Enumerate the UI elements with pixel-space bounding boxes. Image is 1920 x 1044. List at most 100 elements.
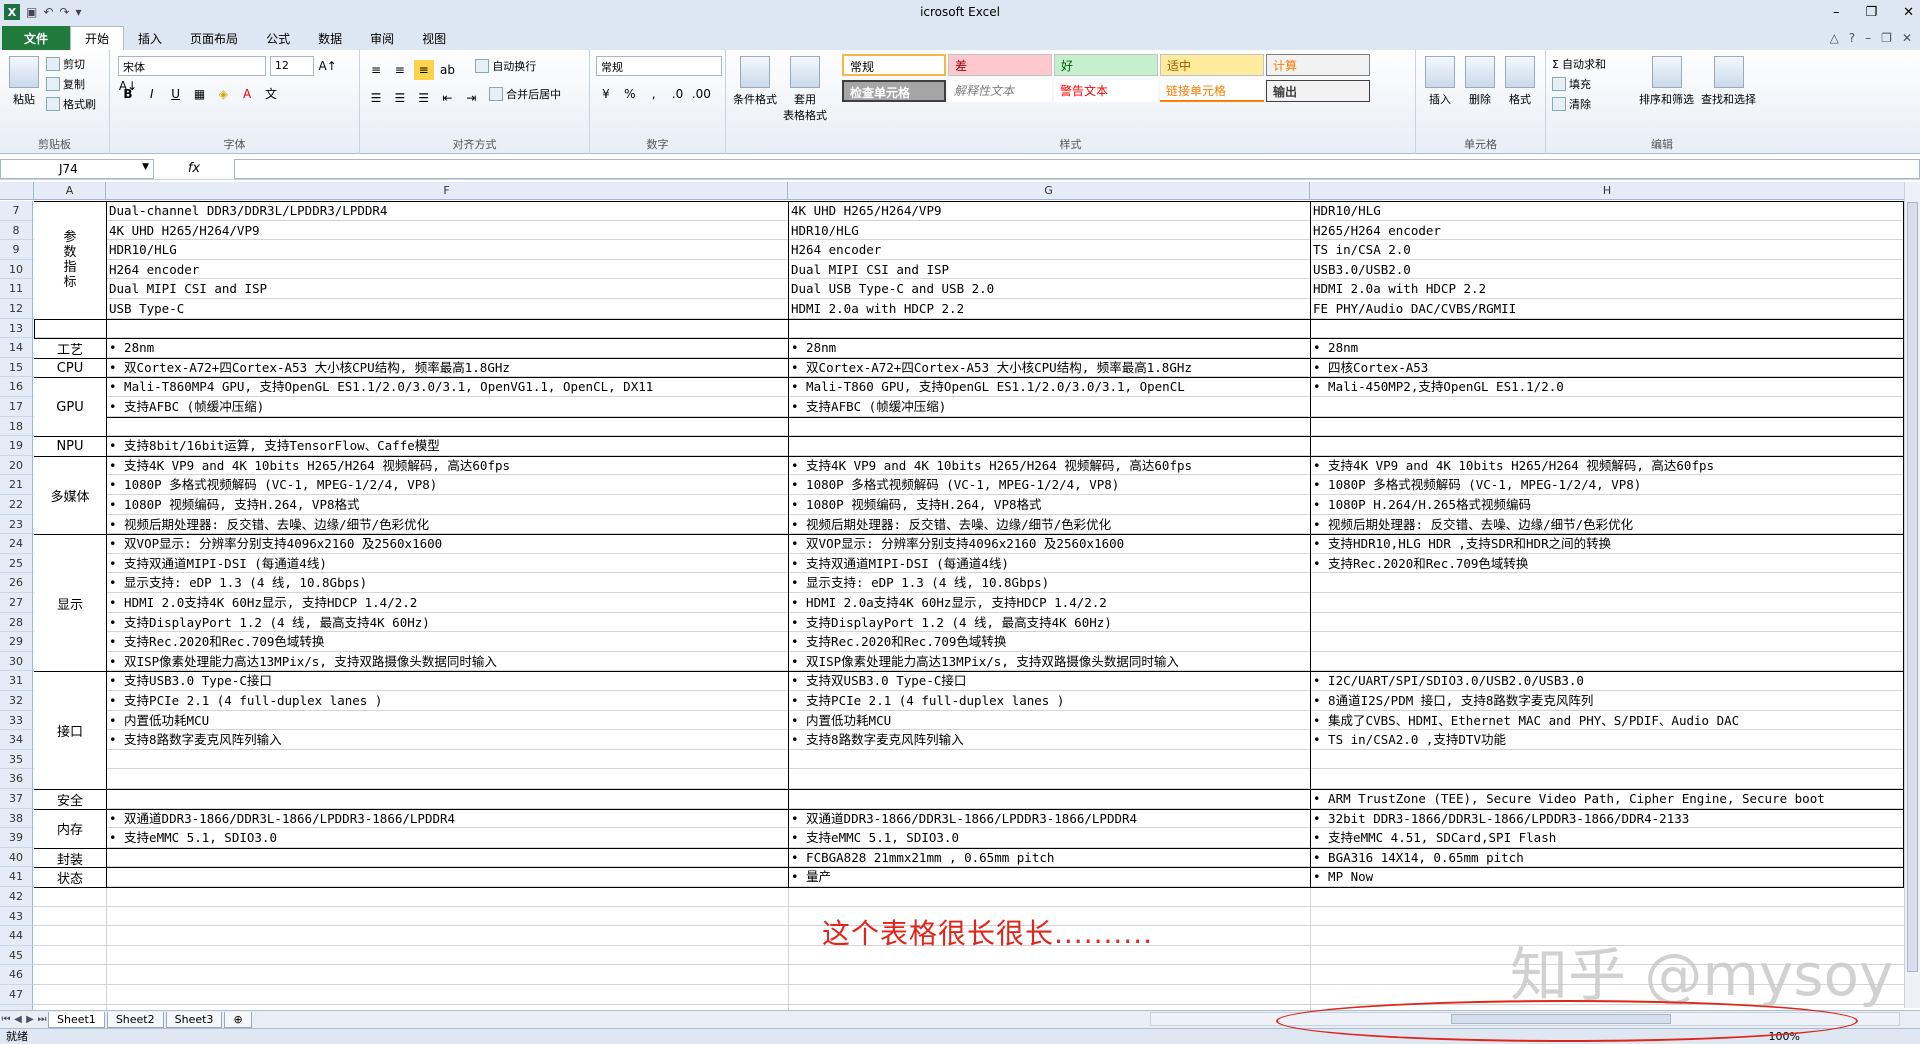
last-sheet-icon[interactable]: ⏭ <box>36 1014 48 1025</box>
table-cell[interactable] <box>106 867 788 887</box>
table-cell[interactable]: Dual MIPI CSI and ISP <box>788 260 1310 280</box>
table-cell[interactable] <box>1310 397 1904 417</box>
tab-home[interactable]: 开始 <box>70 26 125 50</box>
sheet-tab-3[interactable]: Sheet3 <box>165 1011 223 1028</box>
table-cell[interactable]: • 视频后期处理器: 反交错、去噪、边缘/细节/色彩优化 <box>106 515 788 535</box>
table-cell[interactable]: • 支持PCIe 2.1 (4 full-duplex lanes ) <box>788 691 1310 711</box>
bold-button[interactable]: B <box>118 84 138 104</box>
insert-function-icon[interactable]: fx <box>154 161 234 176</box>
table-cell[interactable]: • 支持AFBC (帧缓冲压缩) <box>788 397 1310 417</box>
table-cell[interactable] <box>788 789 1310 809</box>
category-cell[interactable]: CPU <box>34 358 106 378</box>
category-cell[interactable]: 工艺 <box>34 339 106 358</box>
table-cell[interactable] <box>788 417 1310 437</box>
category-cell[interactable]: 安全 <box>34 790 106 809</box>
table-cell[interactable]: • Mali-450MP2,支持OpenGL ES1.1/2.0 <box>1310 377 1904 397</box>
row-header[interactable]: 34 <box>0 730 33 750</box>
row-header[interactable]: 30 <box>0 651 33 672</box>
style-bad[interactable]: 差 <box>948 54 1052 76</box>
table-cell[interactable]: • 支持Rec.2020和Rec.709色域转换 <box>106 632 788 652</box>
table-cell[interactable]: • 支持USB3.0 Type-C接口 <box>106 671 788 691</box>
table-cell[interactable] <box>788 436 1310 456</box>
table-cell[interactable]: HDR10/HLG <box>106 240 788 260</box>
table-cell[interactable]: • 支持eMMC 5.1, SDIO3.0 <box>788 828 1310 848</box>
autosum-button[interactable]: Σ 自动求和 <box>1552 54 1606 74</box>
row-header[interactable]: 36 <box>0 769 33 789</box>
tab-formulas[interactable]: 公式 <box>252 26 304 50</box>
table-cell[interactable] <box>1310 750 1904 770</box>
style-normal[interactable]: 常规 <box>842 54 946 76</box>
table-cell[interactable]: • 支持DisplayPort 1.2 (4 线, 最高支持4K 60Hz) <box>106 613 788 633</box>
increase-indent-icon[interactable]: ⇥ <box>461 88 481 108</box>
row-header[interactable]: 11 <box>0 279 33 299</box>
table-cell[interactable]: • 支持4K VP9 and 4K 10bits H265/H264 视频解码,… <box>1310 456 1904 476</box>
row-header[interactable]: 23 <box>0 514 33 535</box>
format-painter-button[interactable]: 格式刷 <box>46 94 96 114</box>
table-cell[interactable]: • MP Now <box>1310 867 1904 887</box>
formula-input[interactable] <box>234 158 1920 179</box>
underline-button[interactable]: U <box>166 84 186 104</box>
table-cell[interactable] <box>106 769 788 789</box>
style-linked-cell[interactable]: 链接单元格 <box>1160 80 1264 102</box>
row-header[interactable]: 12 <box>0 299 33 319</box>
table-cell[interactable]: • 双Cortex-A72+四Cortex-A53 大小核CPU结构, 频率最高… <box>106 358 788 378</box>
prev-sheet-icon[interactable]: ◀ <box>12 1014 24 1025</box>
table-cell[interactable] <box>788 319 1310 339</box>
row-header[interactable]: 20 <box>0 455 33 476</box>
table-cell[interactable]: • 支持8路数字麦克风阵列输入 <box>106 730 788 750</box>
sort-filter-button[interactable]: 排序和筛选 <box>1639 56 1694 107</box>
style-warning[interactable]: 警告文本 <box>1054 80 1158 102</box>
table-cell[interactable]: Dual USB Type-C and USB 2.0 <box>788 279 1310 299</box>
row-header[interactable]: 39 <box>0 828 33 848</box>
font-color-icon[interactable]: A <box>237 84 257 104</box>
row-header[interactable]: 26 <box>0 573 33 593</box>
category-cell[interactable]: 状态 <box>34 868 106 887</box>
table-cell[interactable]: • 双VOP显示: 分辨率分别支持4096x2160 及2560x1600 <box>788 534 1310 554</box>
table-cell[interactable]: Dual MIPI CSI and ISP <box>106 279 788 299</box>
table-cell[interactable]: • 量产 <box>788 867 1310 887</box>
table-cell[interactable]: • 双通道DDR3-1866/DDR3L-1866/LPDDR3-1866/LP… <box>106 809 788 829</box>
table-cell[interactable]: 4K UHD H265/H264/VP9 <box>106 221 788 241</box>
increase-decimal-icon[interactable]: .0 <box>667 84 687 104</box>
style-check-cell[interactable]: 检查单元格 <box>842 80 946 102</box>
table-cell[interactable] <box>1310 769 1904 789</box>
insert-cells-button[interactable]: 插入 <box>1425 56 1455 107</box>
table-cell[interactable]: Dual-channel DDR3/DDR3L/LPDDR3/LPDDR4 <box>106 201 788 221</box>
row-header[interactable]: 37 <box>0 789 33 809</box>
row-header[interactable]: 13 <box>0 318 33 339</box>
table-cell[interactable]: H264 encoder <box>106 260 788 280</box>
row-header[interactable]: 27 <box>0 593 33 613</box>
table-cell[interactable]: • 28nm <box>106 338 788 358</box>
row-header[interactable]: 31 <box>0 671 33 691</box>
row-header[interactable]: 41 <box>0 867 33 887</box>
doc-minimize-icon[interactable]: – <box>1865 31 1871 45</box>
format-cells-button[interactable]: 格式 <box>1505 56 1535 107</box>
table-cell[interactable]: • ARM TrustZone (TEE), Secure Video Path… <box>1310 789 1904 809</box>
fill-color-icon[interactable]: ◈ <box>213 84 233 104</box>
conditional-format-button[interactable]: 条件格式 <box>733 56 777 107</box>
table-cell[interactable]: HDMI 2.0a with HDCP 2.2 <box>788 299 1310 319</box>
row-header[interactable]: 21 <box>0 475 33 495</box>
column-header-g[interactable]: G <box>788 182 1310 200</box>
table-cell[interactable]: • I2C/UART/SPI/SDIO3.0/USB2.0/USB3.0 <box>1310 671 1904 691</box>
help-icon[interactable]: ? <box>1849 31 1855 45</box>
fill-button[interactable]: 填充 <box>1552 74 1606 94</box>
align-bottom-icon[interactable]: ≡ <box>413 59 434 80</box>
table-cell[interactable]: • Mali-T860 GPU, 支持OpenGL ES1.1/2.0/3.0/… <box>788 377 1310 397</box>
accounting-icon[interactable]: ¥ <box>596 84 616 104</box>
table-cell[interactable] <box>106 417 788 437</box>
row-header[interactable]: 44 <box>0 926 33 946</box>
table-cell[interactable] <box>1310 573 1904 593</box>
sheet-tab-2[interactable]: Sheet2 <box>106 1011 164 1028</box>
tab-data[interactable]: 数据 <box>304 26 356 50</box>
table-cell[interactable]: • 支持eMMC 5.1, SDIO3.0 <box>106 828 788 848</box>
table-cell[interactable] <box>1310 632 1904 652</box>
table-cell[interactable] <box>1310 652 1904 672</box>
minimize-button[interactable]: – <box>1833 5 1840 20</box>
decrease-decimal-icon[interactable]: .00 <box>691 84 711 104</box>
doc-close-icon[interactable]: ✕ <box>1902 31 1912 45</box>
table-cell[interactable]: • 视频后期处理器: 反交错、去噪、边缘/细节/色彩优化 <box>788 515 1310 535</box>
table-cell[interactable]: TS in/CSA 2.0 <box>1310 240 1904 260</box>
table-cell[interactable]: • BGA316 14X14, 0.65mm pitch <box>1310 848 1904 868</box>
table-cell[interactable]: • 支持Rec.2020和Rec.709色域转换 <box>788 632 1310 652</box>
